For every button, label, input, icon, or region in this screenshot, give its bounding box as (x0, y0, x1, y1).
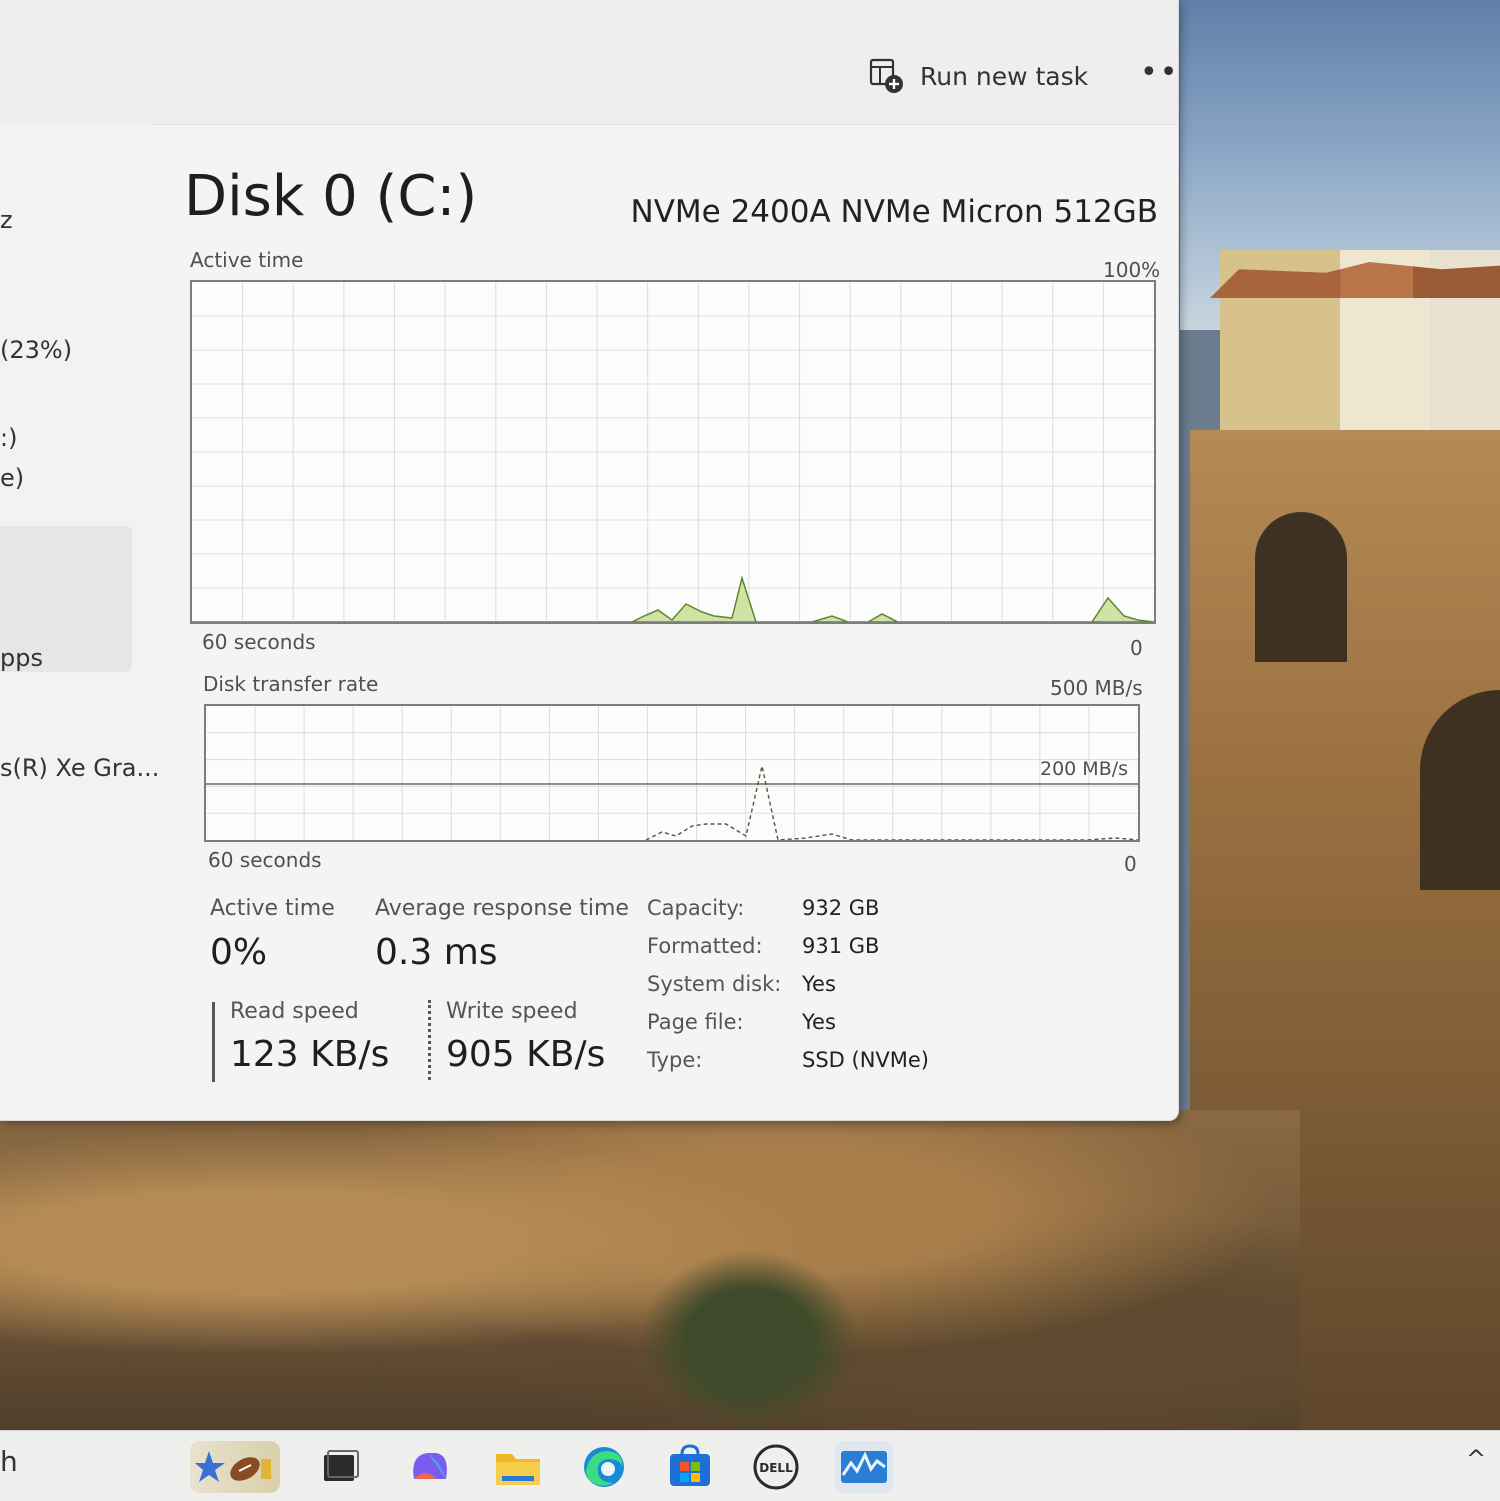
command-bar: Run new task ••• (0, 0, 1178, 125)
transfer-rate-max-label: 500 MB/s (1050, 676, 1143, 700)
edge-icon[interactable] (578, 1441, 630, 1493)
taskbar-search-fragment[interactable]: h (0, 1445, 18, 1478)
avg-response-time-value: 0.3 ms (375, 932, 498, 973)
read-speed-indicator (212, 1002, 215, 1082)
performance-sidebar: z (23%) :) e) pps s(R) Xe Gra... (0, 124, 159, 1120)
dell-icon[interactable]: DELL (750, 1441, 802, 1493)
more-options-button[interactable]: ••• (1140, 58, 1178, 94)
active-time-max-label: 100% (1103, 258, 1161, 282)
transfer-rate-mid-label: 200 MB/s (1040, 758, 1129, 780)
page-file-label: Page file: (647, 1010, 744, 1034)
system-disk-value: Yes (802, 972, 836, 996)
read-speed-label: Read speed (230, 999, 359, 1024)
active-time-trace (192, 575, 1154, 622)
disk-details-panel: Disk 0 (C:) NVMe 2400A NVMe Micron 512GB… (150, 124, 1178, 1120)
run-new-task-label: Run new task (920, 61, 1089, 91)
active-time-duration-label: 60 seconds (202, 630, 316, 654)
svg-text:DELL: DELL (759, 1461, 793, 1475)
write-speed-label: Write speed (446, 999, 578, 1024)
transfer-rate-duration-label: 60 seconds (208, 848, 322, 872)
taskbar: h DELL ^ (0, 1430, 1500, 1501)
page-file-value: Yes (802, 1010, 836, 1034)
formatted-value: 931 GB (802, 934, 880, 958)
capacity-label: Capacity: (647, 896, 745, 920)
sidebar-item-cpu[interactable]: z (0, 206, 13, 234)
widgets-icon[interactable] (190, 1441, 280, 1493)
active-time-min-label: 0 (1130, 636, 1143, 660)
wallpaper-arch (1255, 512, 1347, 662)
sidebar-item-memory[interactable]: (23%) (0, 336, 72, 364)
sidebar-item-disk[interactable]: :) (0, 424, 17, 452)
run-new-task-button[interactable]: Run new task (868, 54, 1088, 98)
tray-chevron-icon[interactable]: ^ (1466, 1445, 1486, 1473)
run-new-task-icon (869, 58, 903, 93)
write-speed-indicator (428, 1000, 431, 1080)
transfer-rate-graph-plot (206, 706, 1138, 840)
task-view-icon[interactable] (314, 1441, 366, 1493)
page-title: Disk 0 (C:) (184, 164, 478, 229)
task-manager-window: Run new task ••• z (23%) :) e) pps s(R) … (0, 0, 1179, 1121)
type-value: SSD (NVMe) (802, 1048, 930, 1072)
read-speed-value: 123 KB/s (230, 1034, 390, 1075)
active-time-graph-label: Active time (190, 248, 304, 272)
type-label: Type: (647, 1048, 703, 1072)
disk-model: NVMe 2400A NVMe Micron 512GB (630, 194, 1158, 230)
active-time-stat-value: 0% (210, 932, 268, 973)
active-time-graph (190, 280, 1156, 624)
wallpaper-vegetation (640, 1250, 860, 1430)
capacity-value: 932 GB (802, 896, 880, 920)
copilot-icon[interactable] (404, 1441, 456, 1493)
transfer-rate-graph-label: Disk transfer rate (203, 672, 379, 696)
sidebar-item-apps[interactable]: pps (0, 644, 43, 672)
transfer-rate-min-label: 0 (1124, 852, 1137, 876)
store-icon[interactable] (664, 1441, 716, 1493)
system-disk-label: System disk: (647, 972, 782, 996)
active-time-graph-plot (192, 282, 1154, 622)
task-manager-icon[interactable] (834, 1441, 894, 1493)
transfer-rate-graph (204, 704, 1140, 842)
avg-response-time-label: Average response time (375, 896, 629, 921)
sidebar-item-disk-type: e) (0, 464, 25, 492)
sidebar-item-gpu[interactable]: s(R) Xe Gra... (0, 754, 159, 782)
active-time-stat-label: Active time (210, 896, 335, 921)
write-speed-value: 905 KB/s (446, 1034, 606, 1075)
formatted-label: Formatted: (647, 934, 763, 958)
file-explorer-icon[interactable] (492, 1441, 544, 1493)
